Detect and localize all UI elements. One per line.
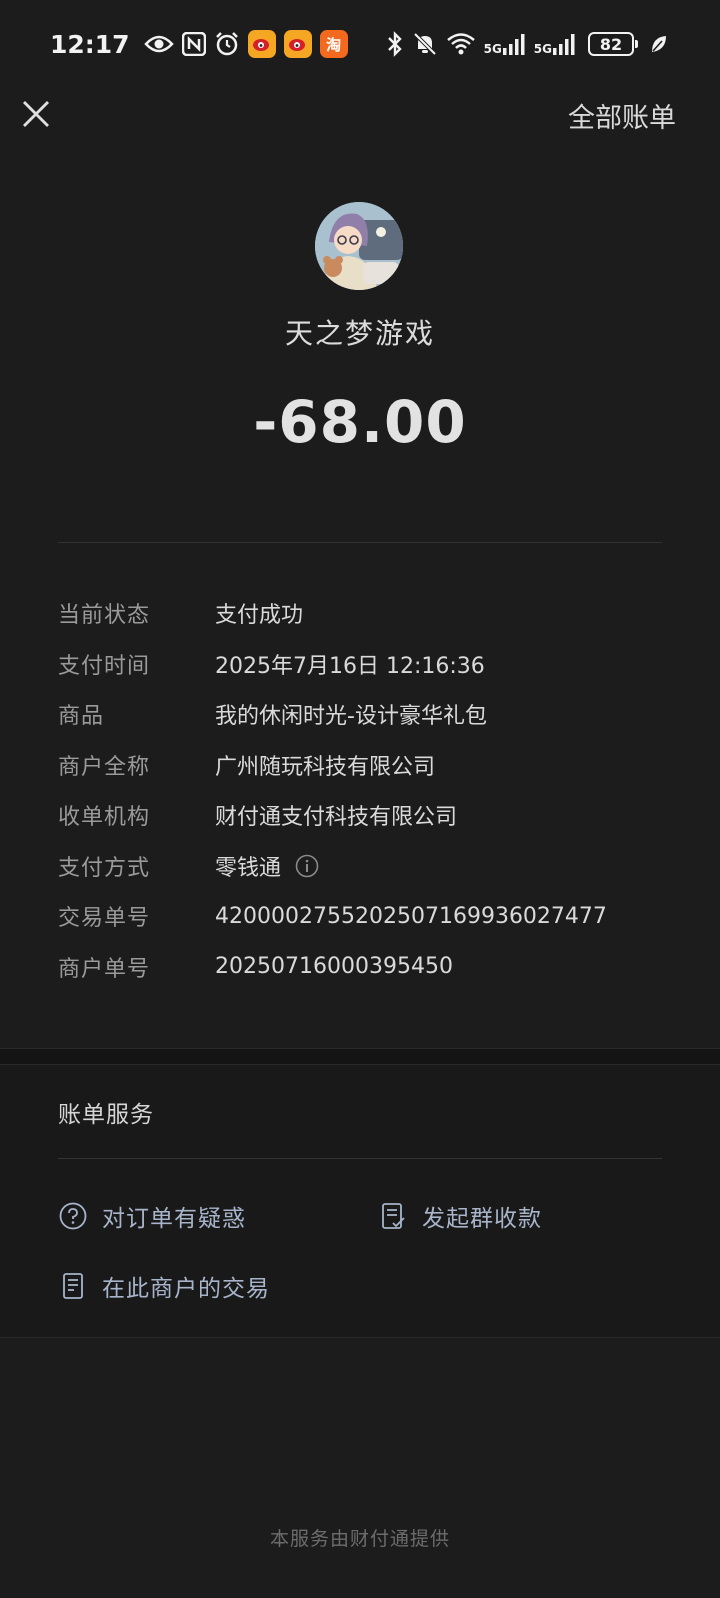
- transaction-details: 当前状态 支付成功 支付时间 2025年7月16日 12:16:36 商品 我的…: [58, 588, 678, 992]
- detail-value: 广州随玩科技有限公司: [215, 754, 436, 780]
- taobao-icon: 淘: [319, 30, 348, 58]
- detail-value: 支付成功: [215, 603, 304, 629]
- services-title: 账单服务: [58, 1102, 154, 1128]
- group-collect-label: 发起群收款: [422, 1206, 542, 1232]
- eye-icon: [143, 34, 174, 54]
- merchant-name: 天之梦游戏: [284, 317, 435, 350]
- detail-row-time: 支付时间 2025年7月16日 12:16:36: [58, 639, 678, 690]
- detail-label: 支付方式: [58, 855, 151, 881]
- close-icon[interactable]: [20, 98, 52, 130]
- bill-services-panel: 账单服务 对订单有疑惑 发起群收款 在此商户的交易: [0, 1064, 720, 1338]
- document-icon: [58, 1271, 88, 1301]
- network-type-label: 5G: [533, 42, 552, 56]
- section-separator: [0, 1048, 720, 1064]
- payment-amount: -68.00: [253, 388, 467, 456]
- divider: [58, 542, 662, 543]
- divider: [58, 1158, 662, 1159]
- detail-row-acquirer: 收单机构 财付通支付科技有限公司: [58, 790, 678, 841]
- detail-label: 当前状态: [58, 603, 151, 629]
- leaf-icon: [650, 34, 668, 54]
- wifi-icon: [446, 32, 476, 56]
- signal-icon: 5G: [534, 32, 576, 56]
- detail-value: 我的休闲时光-设计豪华礼包: [215, 704, 487, 730]
- status-bar-left: 12:17 淘: [50, 30, 348, 59]
- weibo-icon: [247, 30, 276, 58]
- question-circle-icon: [58, 1201, 88, 1231]
- merchant-trades-button[interactable]: 在此商户的交易: [58, 1269, 270, 1303]
- network-type-label: 5G: [483, 42, 502, 56]
- merchant-avatar: [315, 202, 403, 290]
- order-doubt-label: 对订单有疑惑: [102, 1206, 246, 1232]
- detail-label: 商品: [58, 704, 105, 730]
- detail-value: 2025年7月16日 12:16:36: [215, 653, 485, 679]
- checklist-icon: [378, 1201, 408, 1231]
- status-bar: 12:17 淘 5G 5G 82: [0, 0, 720, 88]
- detail-value: 20250716000395450: [215, 954, 453, 980]
- merchant-trades-label: 在此商户的交易: [102, 1276, 270, 1302]
- battery-icon: 82: [588, 32, 638, 56]
- nfc-icon: [181, 32, 206, 56]
- detail-label: 商户全称: [58, 754, 151, 780]
- detail-row-merchant-order-id: 商户单号 20250716000395450: [58, 942, 678, 993]
- detail-label: 交易单号: [58, 906, 151, 932]
- clock: 12:17: [50, 29, 130, 59]
- alarm-icon: [214, 31, 240, 57]
- detail-label: 商户单号: [58, 956, 151, 982]
- detail-row-merchant: 商户全称 广州随玩科技有限公司: [58, 740, 678, 791]
- signal-icon: 5G: [484, 32, 526, 56]
- mute-icon: [412, 31, 438, 57]
- detail-row-product: 商品 我的休闲时光-设计豪华礼包: [58, 689, 678, 740]
- footer-note: 本服务由财付通提供: [269, 1528, 450, 1550]
- weibo-icon: [283, 30, 312, 58]
- detail-row-status: 当前状态 支付成功: [58, 588, 678, 639]
- detail-row-transaction-id: 交易单号 4200002755202507169936027477: [58, 891, 678, 942]
- info-icon[interactable]: [295, 854, 319, 878]
- detail-label: 收单机构: [58, 805, 151, 831]
- header: 全部账单: [0, 88, 720, 146]
- detail-value: 财付通支付科技有限公司: [215, 805, 458, 831]
- detail-value: 4200002755202507169936027477: [215, 903, 607, 929]
- detail-value: 零钱通: [215, 855, 282, 881]
- detail-row-payment-method: 支付方式 零钱通: [58, 841, 678, 892]
- detail-label: 支付时间: [58, 653, 151, 679]
- order-doubt-button[interactable]: 对订单有疑惑: [58, 1199, 246, 1233]
- all-bills-link[interactable]: 全部账单: [568, 96, 676, 135]
- status-bar-right: 5G 5G 82: [386, 31, 668, 57]
- group-collect-button[interactable]: 发起群收款: [378, 1199, 542, 1233]
- bluetooth-icon: [386, 31, 404, 57]
